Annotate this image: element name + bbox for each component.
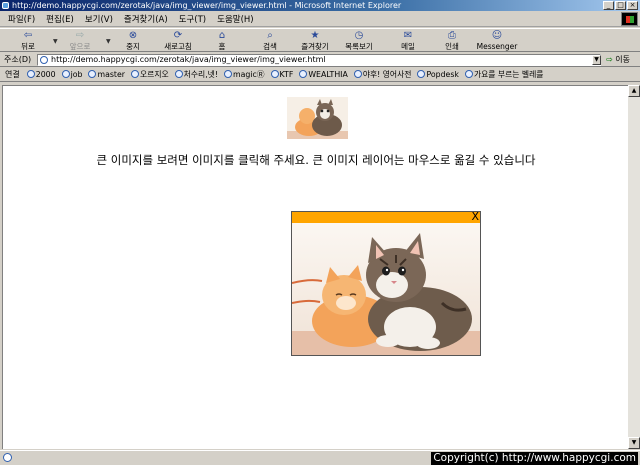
print-icon: ⎙ bbox=[448, 30, 456, 41]
forward-arrow-icon: ⇨ bbox=[75, 30, 85, 41]
stop-icon: ⊗ bbox=[128, 30, 138, 41]
messenger-icon: ☺ bbox=[491, 30, 503, 41]
forward-dropdown-icon[interactable]: ▼ bbox=[106, 38, 111, 45]
link-page-icon bbox=[26, 70, 35, 78]
page-icon bbox=[40, 56, 48, 64]
kitten-thumbnail-image bbox=[287, 97, 348, 139]
refresh-button[interactable]: ⟳ 새로고침 bbox=[160, 29, 196, 53]
kitten-large-picture bbox=[292, 223, 480, 355]
instructions-text: 큰 이미지를 보려면 이미지를 클릭해 주세요. 큰 이미지 레이어는 마우스로… bbox=[96, 153, 536, 167]
favorites-icon: ★ bbox=[310, 30, 320, 41]
link-item[interactable]: master bbox=[88, 70, 125, 79]
title-bar: http://demo.happycgi.com/zerotak/java/im… bbox=[0, 0, 640, 11]
status-page-icon bbox=[3, 453, 12, 462]
back-button[interactable]: ⇦ 뒤로 bbox=[16, 29, 40, 53]
messenger-button[interactable]: ☺ Messenger bbox=[474, 29, 520, 53]
home-icon: ⌂ bbox=[218, 30, 226, 41]
link-item[interactable]: 처수리,넷! bbox=[174, 69, 218, 80]
maximize-button[interactable]: □ bbox=[615, 1, 626, 10]
layer-close-button[interactable]: X bbox=[471, 211, 479, 223]
links-bar: 연결 2000 job master 오르지오 처수리,넷! magicⓇ KT… bbox=[0, 67, 640, 82]
back-arrow-icon: ⇦ bbox=[23, 30, 33, 41]
home-button[interactable]: ⌂ 홈 bbox=[213, 29, 231, 53]
copyright-text: Copyright(c) http://www.happycgi.com bbox=[431, 452, 638, 465]
window-controls: _ □ × bbox=[603, 1, 638, 10]
favorites-button[interactable]: ★ 즐겨찾기 bbox=[298, 29, 332, 53]
kitten-large-image bbox=[292, 223, 480, 355]
links-label: 연결 bbox=[5, 69, 20, 79]
page-content: 큰 이미지를 보려면 이미지를 클릭해 주세요. 큰 이미지 레이어는 마우스로… bbox=[2, 85, 628, 449]
link-page-icon bbox=[174, 70, 183, 78]
kitten-thumbnail[interactable] bbox=[287, 97, 348, 139]
toolbar: ⇦ 뒤로 ▼ ⇨ 앞으로 ▼ ⊗ 중지 ⟳ 새로고침 ⌂ 홈 ⌕ 검색 ★ 즐겨… bbox=[0, 28, 640, 52]
menu-edit[interactable]: 편집(E) bbox=[46, 13, 74, 25]
history-button[interactable]: ◷ 목록보기 bbox=[342, 29, 376, 53]
link-item[interactable]: magicⓇ bbox=[223, 69, 265, 80]
link-page-icon bbox=[464, 70, 473, 78]
forward-button[interactable]: ⇨ 앞으로 bbox=[66, 29, 94, 53]
link-item[interactable]: job bbox=[61, 70, 82, 79]
link-page-icon bbox=[270, 70, 279, 78]
link-item[interactable]: KTF bbox=[270, 70, 293, 79]
vertical-scrollbar[interactable]: ▲ ▼ bbox=[628, 85, 640, 449]
close-button[interactable]: × bbox=[627, 1, 638, 10]
link-page-icon bbox=[223, 70, 232, 78]
address-dropdown-icon[interactable]: ▼ bbox=[592, 55, 601, 65]
print-button[interactable]: ⎙ 인쇄 bbox=[442, 29, 462, 53]
image-viewer-layer[interactable]: X bbox=[291, 211, 481, 356]
link-item[interactable]: 가요를 부르는 벨레를 bbox=[464, 69, 543, 80]
link-item[interactable]: 오르지오 bbox=[130, 69, 169, 80]
menu-tools[interactable]: 도구(T) bbox=[179, 13, 206, 25]
link-page-icon bbox=[417, 70, 426, 78]
menu-view[interactable]: 보기(V) bbox=[85, 13, 113, 25]
link-page-icon bbox=[299, 70, 308, 78]
scroll-up-icon[interactable]: ▲ bbox=[628, 85, 640, 97]
status-bar: Copyright(c) http://www.happycgi.com bbox=[0, 450, 640, 465]
link-page-icon bbox=[353, 70, 362, 78]
go-arrow-icon: ⇨ bbox=[606, 55, 613, 64]
minimize-button[interactable]: _ bbox=[603, 1, 614, 10]
layer-drag-bar[interactable]: X bbox=[292, 211, 480, 223]
stop-button[interactable]: ⊗ 중지 bbox=[120, 29, 146, 53]
mail-button[interactable]: ✉ 메일 bbox=[398, 29, 418, 53]
link-page-icon bbox=[130, 70, 139, 78]
window-title: http://demo.happycgi.com/zerotak/java/im… bbox=[12, 1, 402, 10]
ie-icon bbox=[2, 2, 9, 9]
back-dropdown-icon[interactable]: ▼ bbox=[53, 38, 58, 45]
address-url: http://demo.happycgi.com/zerotak/java/im… bbox=[51, 55, 326, 64]
go-button[interactable]: ⇨ 이동 bbox=[606, 54, 630, 65]
link-item[interactable]: Popdesk bbox=[417, 70, 459, 79]
link-item[interactable]: WEALTHIA bbox=[299, 70, 348, 79]
menu-bar: 파일(F) 편집(E) 보기(V) 즐겨찾기(A) 도구(T) 도움말(H) bbox=[0, 11, 640, 27]
menu-file[interactable]: 파일(F) bbox=[8, 13, 35, 25]
windows-logo-icon bbox=[621, 12, 638, 26]
history-icon: ◷ bbox=[354, 30, 364, 41]
address-label: 주소(D) bbox=[4, 55, 32, 64]
refresh-icon: ⟳ bbox=[173, 30, 183, 41]
menu-help[interactable]: 도움말(H) bbox=[217, 13, 253, 25]
link-item[interactable]: 2000 bbox=[26, 70, 56, 79]
scroll-down-icon[interactable]: ▼ bbox=[628, 437, 640, 449]
search-icon: ⌕ bbox=[267, 30, 273, 41]
link-page-icon bbox=[61, 70, 70, 78]
address-input[interactable]: http://demo.happycgi.com/zerotak/java/im… bbox=[37, 54, 601, 66]
link-page-icon bbox=[88, 70, 97, 78]
address-bar: 주소(D) http://demo.happycgi.com/zerotak/j… bbox=[0, 53, 640, 67]
search-button[interactable]: ⌕ 검색 bbox=[258, 29, 282, 53]
mail-icon: ✉ bbox=[403, 30, 413, 41]
link-item[interactable]: 야후! 영어사전 bbox=[353, 69, 411, 80]
menu-favorites[interactable]: 즐겨찾기(A) bbox=[124, 13, 168, 25]
